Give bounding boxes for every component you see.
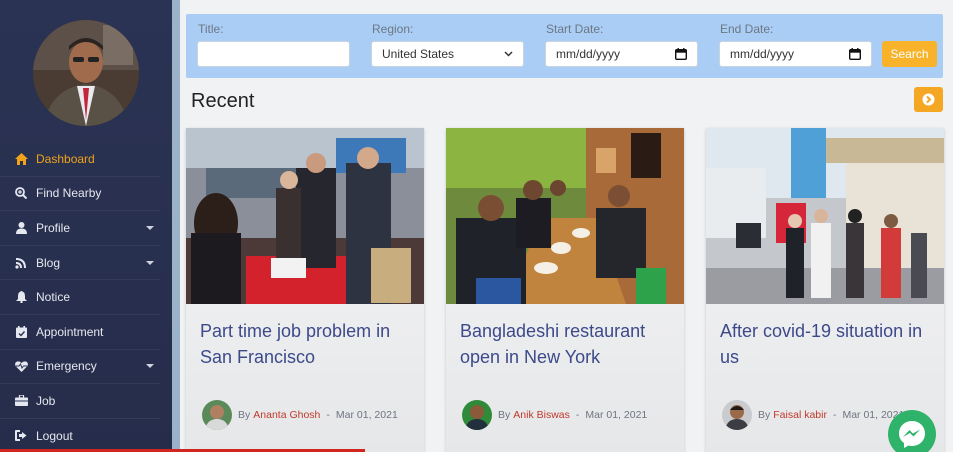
post-title[interactable]: Part time job problem in San Francisco bbox=[200, 318, 415, 370]
sidebar-item-label: Blog bbox=[36, 255, 61, 270]
end-date-filter: End Date: bbox=[708, 22, 773, 36]
search-button[interactable]: Search bbox=[882, 41, 937, 67]
region-select[interactable]: United States bbox=[371, 41, 524, 67]
post-title[interactable]: Bangladeshi restaurant open in New York bbox=[460, 318, 675, 370]
end-date-input[interactable]: mm/dd/yyyy bbox=[719, 41, 872, 67]
sidebar-divider bbox=[172, 0, 180, 452]
region-selected-value: United States bbox=[382, 47, 455, 61]
sidebar-item-label: Profile bbox=[36, 220, 71, 235]
chevron-down-icon bbox=[146, 225, 154, 230]
post-date: Mar 01, 2021 bbox=[335, 409, 398, 421]
start-date-label: Start Date: bbox=[546, 22, 604, 36]
author-avatar bbox=[202, 400, 232, 430]
author-avatar bbox=[722, 400, 752, 430]
post-meta: By Faisal kabir - Mar 01, 2021 bbox=[722, 400, 904, 430]
sidebar-item-label: Job bbox=[36, 393, 56, 408]
region-filter: Region: bbox=[360, 22, 413, 36]
calendar-check-icon bbox=[14, 325, 28, 339]
profile-avatar[interactable] bbox=[33, 20, 139, 126]
sidebar-item-appointment[interactable]: Appointment bbox=[0, 315, 160, 350]
meta-separator: - bbox=[575, 409, 580, 421]
sidebar-item-logout[interactable]: Logout bbox=[0, 419, 160, 452]
calendar-icon[interactable] bbox=[675, 48, 687, 60]
sidebar-item-notice[interactable]: Notice bbox=[0, 280, 160, 315]
messenger-icon bbox=[899, 421, 925, 448]
bell-icon bbox=[14, 290, 28, 304]
post-date: Mar 01, 2021 bbox=[585, 409, 648, 421]
by-label: By bbox=[758, 409, 771, 421]
filter-bar: Title: Region: United States Start Date:… bbox=[186, 14, 943, 78]
add-post-button[interactable] bbox=[914, 87, 943, 112]
arrow-circle-right-icon bbox=[922, 93, 935, 106]
start-date-value: mm/dd/yyyy bbox=[556, 47, 621, 61]
meta-separator: - bbox=[832, 409, 837, 421]
sidebar-item-label: Appointment bbox=[36, 324, 104, 339]
end-date-value: mm/dd/yyyy bbox=[730, 47, 795, 61]
end-date-label: End Date: bbox=[720, 22, 774, 36]
post-card[interactable]: Bangladeshi restaurant open in New York … bbox=[446, 128, 684, 452]
post-card[interactable]: Part time job problem in San Francisco B… bbox=[186, 128, 424, 452]
author-avatar bbox=[462, 400, 492, 430]
meta-separator: - bbox=[326, 409, 330, 421]
chevron-down-icon bbox=[146, 364, 154, 369]
sidebar-item-emergency[interactable]: Emergency bbox=[0, 350, 160, 385]
post-meta: By Ananta Ghosh - Mar 01, 2021 bbox=[202, 400, 398, 430]
sidebar-item-label: Notice bbox=[36, 290, 71, 305]
messenger-chat-button[interactable] bbox=[888, 410, 936, 452]
sidebar-item-label: Logout bbox=[36, 428, 73, 443]
home-icon bbox=[14, 152, 28, 166]
sidebar-item-dashboard[interactable]: Dashboard bbox=[0, 142, 160, 177]
chevron-down-icon bbox=[504, 51, 513, 57]
region-label: Region: bbox=[372, 22, 414, 36]
chevron-down-icon bbox=[146, 260, 154, 265]
sidebar-item-profile[interactable]: Profile bbox=[0, 211, 160, 246]
post-image[interactable] bbox=[706, 128, 944, 304]
calendar-icon[interactable] bbox=[849, 48, 861, 60]
sign-out-icon bbox=[14, 429, 28, 443]
post-image[interactable] bbox=[186, 128, 424, 304]
sidebar-item-label: Emergency bbox=[36, 359, 97, 374]
by-label: By bbox=[238, 409, 251, 421]
user-icon bbox=[14, 221, 28, 235]
sidebar-item-label: Dashboard bbox=[36, 151, 95, 166]
recent-heading: Recent bbox=[191, 90, 255, 112]
sidebar: Dashboard Find Nearby Profile Blog Notic… bbox=[0, 0, 172, 452]
author-link[interactable]: Ananta Ghosh bbox=[253, 409, 320, 421]
search-plus-icon bbox=[14, 186, 28, 200]
author-link[interactable]: Anik Biswas bbox=[513, 409, 570, 421]
post-title[interactable]: After covid-19 situation in us bbox=[720, 318, 935, 370]
heart-pulse-icon bbox=[14, 359, 28, 373]
post-image[interactable] bbox=[446, 128, 684, 304]
title-filter: Title: bbox=[186, 22, 224, 36]
briefcase-icon bbox=[14, 394, 28, 408]
start-date-input[interactable]: mm/dd/yyyy bbox=[545, 41, 698, 67]
title-label: Title: bbox=[198, 22, 224, 36]
post-meta: By Anik Biswas - Mar 01, 2021 bbox=[462, 400, 647, 430]
sidebar-item-label: Find Nearby bbox=[36, 186, 102, 201]
author-link[interactable]: Faisal kabir bbox=[773, 409, 827, 421]
main-content: Title: Region: United States Start Date:… bbox=[180, 0, 953, 452]
sidebar-item-job[interactable]: Job bbox=[0, 384, 160, 419]
sidebar-item-blog[interactable]: Blog bbox=[0, 246, 160, 281]
sidebar-nav: Dashboard Find Nearby Profile Blog Notic… bbox=[0, 142, 160, 452]
sidebar-item-find-nearby[interactable]: Find Nearby bbox=[0, 177, 160, 212]
title-input[interactable] bbox=[197, 41, 350, 67]
blog-icon bbox=[14, 256, 28, 270]
by-label: By bbox=[498, 409, 511, 421]
post-card[interactable]: After covid-19 situation in us By Faisal… bbox=[706, 128, 944, 452]
start-date-filter: Start Date: bbox=[534, 22, 603, 36]
